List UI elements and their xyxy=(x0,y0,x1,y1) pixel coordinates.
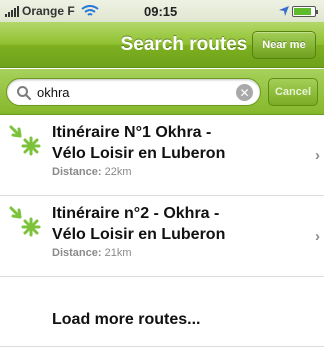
route-list-item[interactable]: Itinéraire n°2 - Okhra - Vélo Loisir en … xyxy=(0,197,324,277)
page-title-text: Search routes xyxy=(120,34,248,55)
carrier-name: Orange F xyxy=(22,4,75,18)
route-list-item[interactable]: Itinéraire N°1 Okhra - Vélo Loisir en Lu… xyxy=(0,116,324,196)
route-start-icon xyxy=(9,125,41,156)
load-more-button[interactable]: Load more routes... xyxy=(0,288,324,352)
distance-label: Distance: xyxy=(52,247,102,259)
battery-level xyxy=(294,8,311,15)
divider xyxy=(0,346,324,347)
cancel-button[interactable]: Cancel xyxy=(268,78,318,106)
status-bar: Orange F 09:15 xyxy=(0,0,324,22)
clear-search-icon[interactable]: ✕ xyxy=(236,84,253,101)
distance-value: 21km xyxy=(104,247,132,259)
navigation-bar: Search routes Near me xyxy=(0,22,324,68)
chevron-right-icon: › xyxy=(315,228,320,245)
route-title-line1: Itinéraire N°1 Okhra - xyxy=(52,124,212,141)
clock: 09:15 xyxy=(144,4,178,19)
route-title-line1: Itinéraire n°2 - Okhra - xyxy=(52,205,220,222)
route-title-line2: Vélo Loisir en Luberon xyxy=(52,145,226,162)
distance-label: Distance: xyxy=(52,166,102,178)
distance-value: 22km xyxy=(104,166,132,178)
search-icon xyxy=(17,86,32,101)
signal-strength-icon xyxy=(5,5,19,17)
app-screen: Orange F 09:15 Search routes Near me okh… xyxy=(0,0,324,352)
chevron-right-icon: › xyxy=(315,147,320,164)
battery-icon xyxy=(292,6,318,17)
location-arrow-icon xyxy=(279,6,289,16)
route-title: Itinéraire N°1 Okhra - Vélo Loisir en Lu… xyxy=(52,122,300,164)
route-distance: Distance: 22km xyxy=(52,166,132,178)
search-query-text: okhra xyxy=(37,85,70,100)
route-distance: Distance: 21km xyxy=(52,247,132,259)
search-bar: okhra ✕ Cancel xyxy=(0,69,324,115)
near-me-button[interactable]: Near me xyxy=(252,31,316,59)
route-start-icon xyxy=(9,206,41,237)
search-input[interactable]: okhra ✕ xyxy=(6,78,261,106)
route-title: Itinéraire n°2 - Okhra - Vélo Loisir en … xyxy=(52,203,300,245)
wifi-icon xyxy=(81,5,99,16)
load-more-label: Load more routes... xyxy=(52,311,201,328)
route-title-line2: Vélo Loisir en Luberon xyxy=(52,226,226,243)
